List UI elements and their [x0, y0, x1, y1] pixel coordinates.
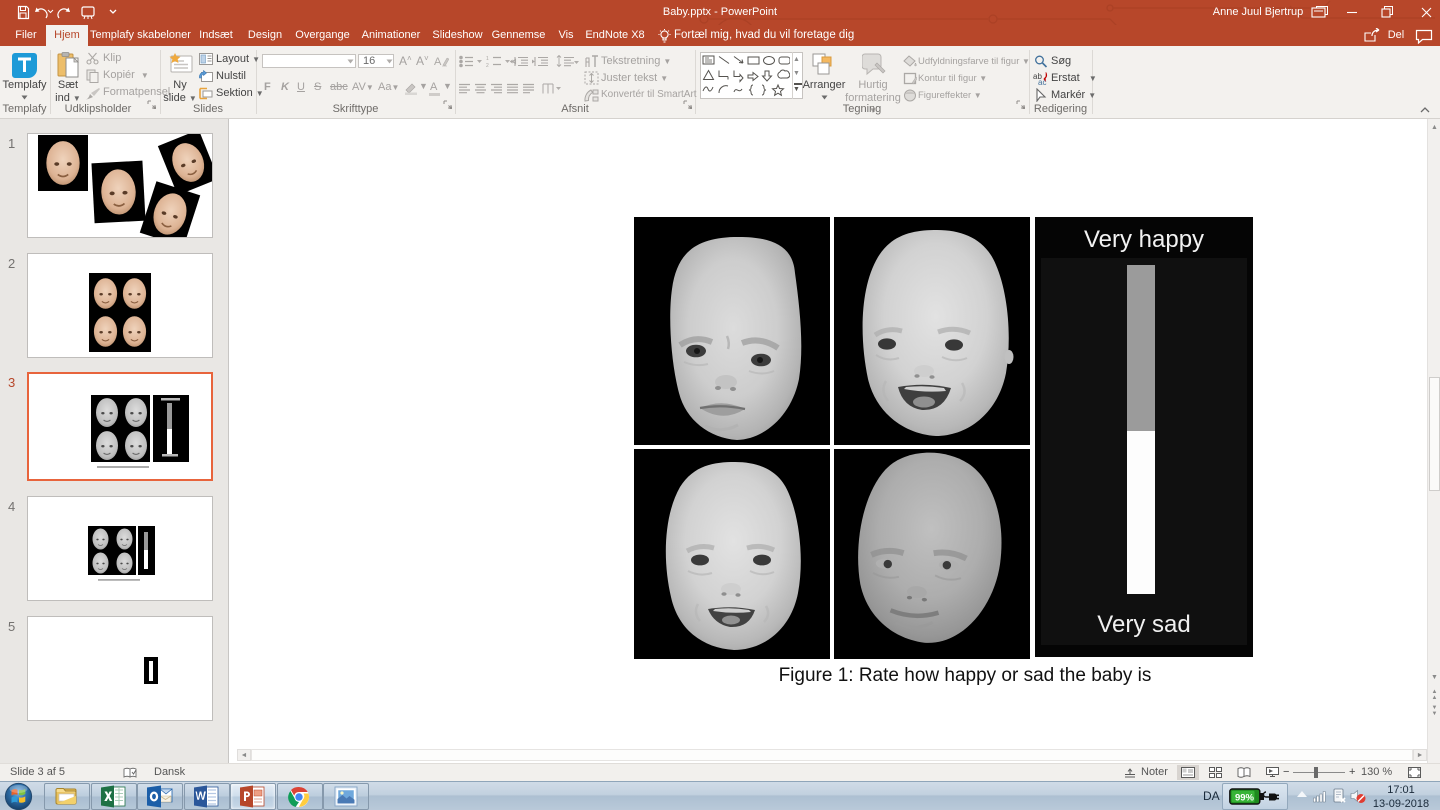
svg-text:1: 1 — [486, 56, 489, 62]
svg-text:A: A — [434, 56, 442, 68]
svg-text:2: 2 — [486, 63, 489, 68]
svg-text:99%: 99% — [1235, 793, 1255, 804]
